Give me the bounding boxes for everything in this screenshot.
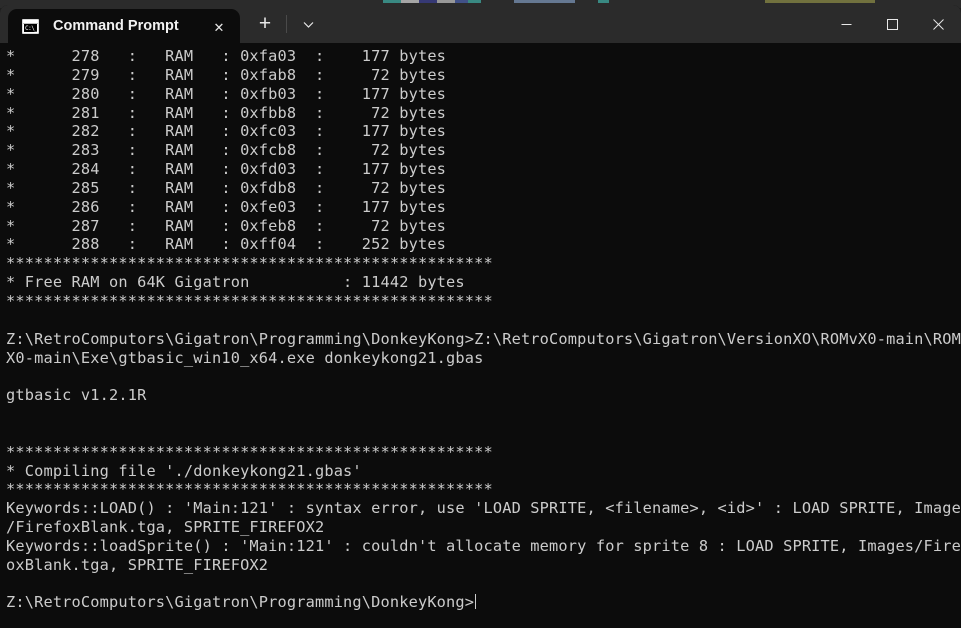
background-window-fragment xyxy=(382,0,401,3)
tab-title: Command Prompt xyxy=(53,18,179,34)
background-window-fragment xyxy=(454,0,468,3)
terminal-window: Command Prompt ✕ + xyxy=(0,5,961,628)
tab-command-prompt[interactable]: Command Prompt ✕ xyxy=(8,9,240,43)
close-window-button[interactable] xyxy=(915,5,961,43)
tab-actions: + xyxy=(240,5,327,43)
close-tab-icon[interactable]: ✕ xyxy=(204,11,234,41)
background-window-fragment xyxy=(765,0,875,3)
caption-buttons xyxy=(823,5,961,43)
background-window-fragment xyxy=(514,0,575,3)
background-window-fragment xyxy=(419,0,437,3)
background-window-fragment xyxy=(436,0,455,3)
terminal-body[interactable]: * 278 : RAM : 0xfa03 : 177 bytes * 279 :… xyxy=(0,43,961,628)
tab-actions-divider xyxy=(286,15,287,33)
text-cursor xyxy=(475,594,477,610)
background-window-fragment xyxy=(401,0,419,3)
command-prompt-icon xyxy=(22,18,39,34)
minimize-button[interactable] xyxy=(823,5,869,43)
tab-strip: Command Prompt ✕ xyxy=(0,5,240,43)
background-window-fragment xyxy=(467,0,481,3)
title-bar[interactable]: Command Prompt ✕ + xyxy=(0,5,961,43)
maximize-button[interactable] xyxy=(869,5,915,43)
terminal-output: * 278 : RAM : 0xfa03 : 177 bytes * 279 :… xyxy=(6,47,961,612)
chevron-down-icon[interactable] xyxy=(289,5,327,43)
new-tab-icon[interactable]: + xyxy=(246,5,284,43)
background-window-fragment xyxy=(597,0,609,3)
